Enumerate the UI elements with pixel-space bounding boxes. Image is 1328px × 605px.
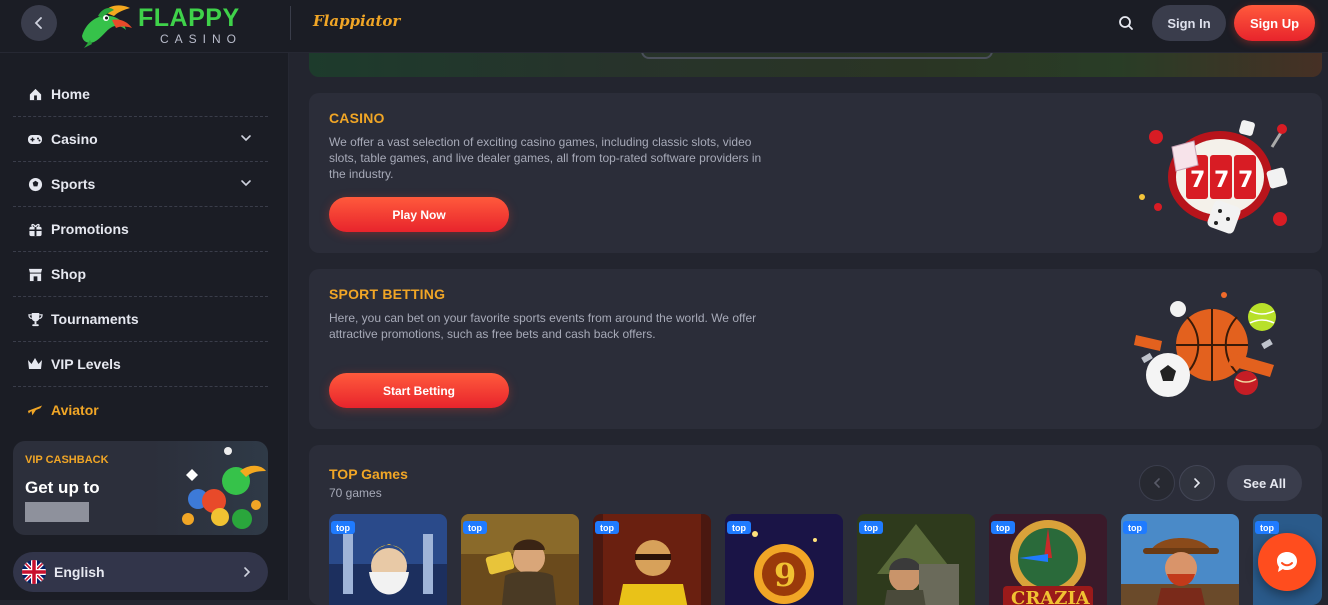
vip-birds-illustration — [182, 447, 266, 529]
sidebar-item-vip-levels[interactable]: VIP Levels — [13, 342, 268, 387]
collapse-sidebar-button[interactable] — [21, 5, 57, 41]
top-badge: top — [859, 521, 883, 534]
top-games-count: 70 games — [329, 486, 382, 500]
sidebar-item-label: Aviator — [51, 401, 99, 418]
chevron-left-icon — [34, 17, 42, 29]
svg-text:7: 7 — [1190, 168, 1205, 193]
airplane-icon — [27, 402, 43, 418]
chevron-right-icon — [1194, 478, 1201, 488]
sidebar-item-tournaments[interactable]: Tournaments — [13, 297, 268, 342]
toucan-logo-icon — [82, 5, 132, 48]
top-badge: top — [331, 521, 355, 534]
slot-machine-illustration: 7 7 7 — [1139, 120, 1288, 234]
chevron-down-icon — [241, 135, 251, 142]
chevron-left-icon — [1153, 478, 1160, 488]
casino-description: We offer a vast selection of exciting ca… — [329, 135, 762, 181]
sidebar-item-label: Promotions — [51, 221, 129, 237]
uk-flag-icon — [22, 560, 46, 584]
game-tile[interactable]: top — [593, 514, 711, 605]
game-tile[interactable]: top — [857, 514, 975, 605]
carousel-prev-button[interactable] — [1139, 465, 1175, 501]
carousel-next-button[interactable] — [1179, 465, 1215, 501]
top-games-title: TOP Games — [329, 466, 408, 482]
svg-text:9: 9 — [774, 556, 796, 594]
sidebar-item-shop[interactable]: Shop — [13, 252, 268, 297]
sidebar-item-home[interactable]: Home — [13, 72, 268, 117]
sign-in-button[interactable]: Sign In — [1152, 5, 1226, 41]
language-label: English — [54, 564, 105, 580]
game-title-art: CRAZIA — [1011, 588, 1090, 605]
header-divider — [290, 6, 291, 40]
sport-betting-title: SPORT BETTING — [329, 286, 446, 302]
top-header: FLAPPY CASINO Flappiator Sign In Sign Up — [0, 0, 1328, 53]
trophy-icon — [27, 311, 43, 327]
sidebar-item-label: Home — [51, 86, 90, 102]
live-chat-button[interactable] — [1258, 533, 1316, 591]
sports-balls-illustration — [1134, 292, 1276, 397]
game-tile[interactable]: top — [1121, 514, 1239, 605]
soccer-ball-icon — [27, 176, 43, 192]
sidebar-item-aviator[interactable]: Aviator — [13, 387, 268, 432]
sport-betting-description: Here, you can bet on your favorite sport… — [329, 311, 757, 341]
home-icon — [27, 86, 43, 102]
sidebar: Home Casino Sports Promotions Shop Tourn… — [0, 53, 289, 600]
sign-up-button[interactable]: Sign Up — [1234, 5, 1315, 41]
search-icon — [1119, 16, 1133, 30]
top-badge: top — [463, 521, 487, 534]
top-badge: top — [1123, 521, 1147, 534]
sidebar-item-label: Shop — [51, 266, 86, 282]
sidebar-item-promotions[interactable]: Promotions — [13, 207, 268, 252]
vip-cashback-title: VIP CASHBACK — [25, 454, 109, 466]
svg-text:7: 7 — [1238, 168, 1253, 193]
game-tile[interactable]: top 9 — [725, 514, 843, 605]
top-badge: top — [727, 521, 751, 534]
crown-icon — [27, 356, 43, 372]
sidebar-item-casino[interactable]: Casino — [13, 117, 268, 162]
start-betting-button[interactable]: Start Betting — [329, 373, 509, 408]
vip-cashback-amount-redacted — [25, 502, 89, 522]
sport-betting-section: SPORT BETTING Here, you can bet on your … — [309, 269, 1322, 429]
vip-cashback-banner[interactable]: VIP CASHBACK Get up to — [13, 441, 268, 535]
chat-bubble-icon — [1277, 552, 1297, 572]
casino-section: CASINO We offer a vast selection of exci… — [309, 93, 1322, 253]
see-all-button[interactable]: See All — [1227, 465, 1302, 501]
chevron-down-icon — [241, 180, 251, 187]
hero-banner-outline — [641, 53, 993, 59]
flappiator-logo[interactable]: Flappiator — [313, 12, 400, 30]
sidebar-item-label: Sports — [51, 176, 96, 192]
game-tile[interactable]: top CRAZIA — [989, 514, 1107, 605]
svg-text:7: 7 — [1214, 168, 1229, 193]
sidebar-item-label: VIP Levels — [51, 356, 121, 372]
top-badge: top — [595, 521, 619, 534]
sidebar-item-sports[interactable]: Sports — [13, 162, 268, 207]
language-selector[interactable]: English — [13, 552, 268, 592]
sidebar-item-label: Casino — [51, 131, 98, 147]
game-tile[interactable]: top — [461, 514, 579, 605]
brand-name: FLAPPY — [138, 3, 240, 32]
casino-title: CASINO — [329, 110, 385, 126]
gift-icon — [27, 221, 43, 237]
gamepad-icon — [27, 131, 43, 147]
chevron-right-icon — [244, 567, 251, 577]
brand-subtitle: CASINO — [160, 31, 243, 46]
search-button[interactable] — [1116, 13, 1136, 33]
top-badge: top — [991, 521, 1015, 534]
hero-banner-bottom — [309, 53, 1322, 77]
brand-logo[interactable]: FLAPPY CASINO — [76, 2, 242, 48]
shop-icon — [27, 266, 43, 282]
top-games-section: TOP Games 70 games See All top top top t… — [309, 445, 1322, 605]
sidebar-item-label: Tournaments — [51, 311, 139, 327]
top-badge: top — [1255, 521, 1279, 534]
vip-cashback-text: Get up to — [25, 478, 100, 497]
play-now-button[interactable]: Play Now — [329, 197, 509, 232]
game-tile[interactable]: top — [329, 514, 447, 605]
